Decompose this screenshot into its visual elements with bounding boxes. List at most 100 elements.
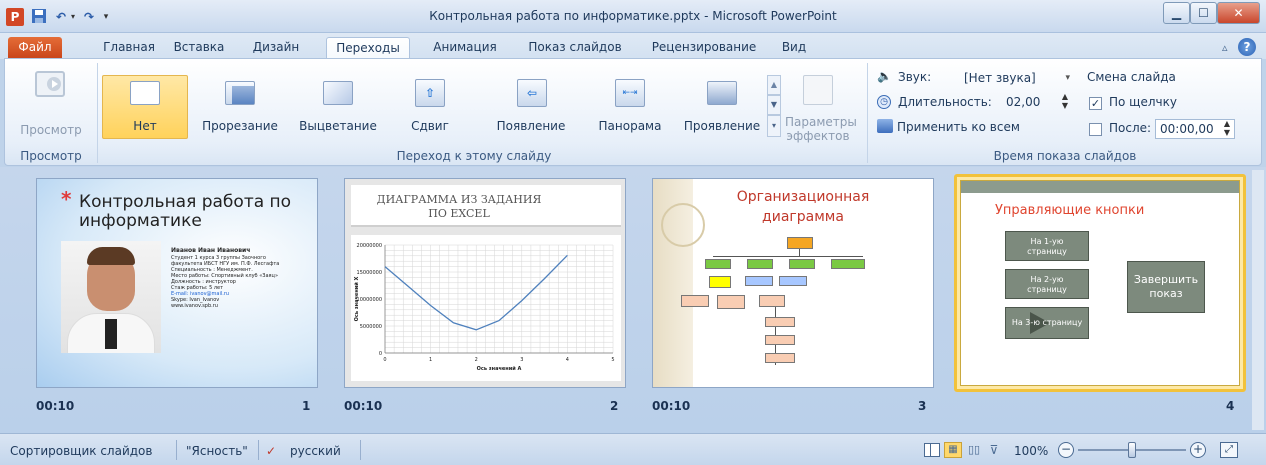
slide-text-line: www.ivanov.spb.ru xyxy=(171,303,218,309)
chart-ylabel: Ось значений Х xyxy=(353,276,360,321)
gallery-scroll-down[interactable]: ▼ xyxy=(767,95,781,115)
action-button-page-2[interactable]: На 2-ую страницу xyxy=(1005,269,1089,299)
tab-view[interactable]: Вид xyxy=(776,37,812,59)
vertical-scrollbar[interactable] xyxy=(1252,170,1264,430)
advance-slide-title: Смена слайда xyxy=(1087,70,1176,84)
transition-split[interactable]: ⇤⇥ Панорама xyxy=(585,75,675,139)
gallery-scroll-up[interactable]: ▲ xyxy=(767,75,781,95)
spellcheck-icon[interactable]: ✓ xyxy=(266,442,276,460)
customize-toolbar-icon[interactable]: ▾ xyxy=(100,8,112,26)
title-bar: P ↶ ▾ ↷ ▾ Контрольная работа по информат… xyxy=(0,0,1266,33)
tab-home[interactable]: Главная xyxy=(94,37,164,59)
duration-value: 02,00 xyxy=(1006,95,1041,109)
transition-label: Прорезание xyxy=(202,119,278,133)
tab-file[interactable]: Файл xyxy=(8,37,62,59)
action-button-page-1[interactable]: На 1-ую страницу xyxy=(1005,231,1089,261)
org-box-top xyxy=(787,237,813,249)
status-separator xyxy=(360,440,361,460)
close-button[interactable]: ✕ xyxy=(1217,2,1260,24)
slide-thumbnail-4[interactable]: Управляющие кнопки На 1-ую страницу На 2… xyxy=(960,180,1240,386)
tab-animation[interactable]: Анимация xyxy=(418,37,512,59)
action-button-line: На 3-ю страницу xyxy=(1011,318,1083,327)
status-bar: Сортировщик слайдов "Ясность" ✓ русский … xyxy=(0,433,1266,465)
portrait-photo xyxy=(61,241,161,353)
undo-dropdown-icon[interactable]: ▾ xyxy=(68,8,78,26)
zoom-in-button[interactable]: + xyxy=(1190,442,1206,458)
tab-transitions[interactable]: Переходы xyxy=(326,37,410,59)
org-box xyxy=(789,259,815,269)
zoom-level[interactable]: 100% xyxy=(1014,442,1048,460)
preview-button[interactable]: Просмотр xyxy=(9,63,93,143)
group-label-transitions: Переход к этому слайду xyxy=(396,149,552,163)
ribbon-tabs: Файл Главная Вставка Дизайн Переходы Ани… xyxy=(0,33,1266,59)
effect-options-button[interactable]: Параметры эффектов xyxy=(785,63,857,145)
org-box xyxy=(779,276,807,286)
duration-spinner[interactable]: 02,00 ▲ ▼ xyxy=(1001,92,1075,112)
chart-x-tick-label: 0 xyxy=(383,357,386,363)
preview-label: Просмотр xyxy=(20,123,82,137)
transition-none[interactable]: Нет xyxy=(102,75,188,139)
slideshow-view-icon[interactable]: ⊽ xyxy=(986,443,1002,457)
chart-y-tick-label: 10000000 xyxy=(357,297,382,303)
after-time-spinner[interactable]: 00:00,00 ▲ ▼ xyxy=(1155,119,1235,139)
after-checkbox[interactable] xyxy=(1089,123,1102,136)
save-icon[interactable] xyxy=(30,8,48,26)
preview-icon xyxy=(35,71,65,97)
slide-thumbnail-1[interactable]: * Контрольная работа по информатике Иван… xyxy=(36,178,318,388)
sound-select[interactable]: [Нет звука] ▾ xyxy=(959,68,1075,88)
apply-all-button[interactable]: Применить ко всем xyxy=(875,117,1025,137)
slide-time-1: 00:10 xyxy=(36,399,75,413)
tab-insert[interactable]: Вставка xyxy=(166,37,232,59)
org-box xyxy=(705,259,731,269)
powerpoint-app-icon[interactable]: P xyxy=(6,8,24,26)
slide-number-4: 4 xyxy=(1226,399,1235,413)
on-click-checkbox[interactable]: ✓ xyxy=(1089,97,1102,110)
ribbon-transitions: Просмотр Просмотр Нет Прорезание Выцвета… xyxy=(4,58,1262,166)
org-box xyxy=(681,295,709,307)
slide-thumbnail-3[interactable]: Организационная диаграмма xyxy=(652,178,934,388)
status-language[interactable]: русский xyxy=(290,442,341,460)
transition-cut-icon xyxy=(225,81,255,105)
slide-sorter-view-icon[interactable]: ▦ xyxy=(944,442,962,458)
org-box xyxy=(709,276,731,288)
redo-icon[interactable]: ↷ xyxy=(80,8,98,26)
zoom-slider-thumb[interactable] xyxy=(1128,442,1136,458)
finish-show-button[interactable]: Завершить показ xyxy=(1127,261,1205,313)
status-separator xyxy=(258,440,259,460)
minimize-ribbon-icon[interactable]: ▵ xyxy=(1222,41,1228,54)
maximize-button[interactable]: ☐ xyxy=(1190,2,1217,24)
slide-title-star: * xyxy=(61,187,72,211)
transition-split-icon: ⇤⇥ xyxy=(615,79,645,107)
slide-title-line-2: диаграмма xyxy=(762,209,844,225)
tab-slideshow[interactable]: Показ слайдов xyxy=(516,37,634,59)
transition-label: Нет xyxy=(133,119,157,133)
status-theme-name[interactable]: "Ясность" xyxy=(186,442,248,460)
transition-cut[interactable]: Прорезание xyxy=(195,75,285,139)
help-icon[interactable]: ? xyxy=(1238,38,1256,56)
transition-label: Выцветание xyxy=(299,119,377,133)
action-button-line: На 1-ую xyxy=(1030,237,1064,246)
effect-options-label-1: Параметры xyxy=(785,115,857,129)
slide-title-line-2: ПО EXCEL xyxy=(428,207,490,220)
tab-design[interactable]: Дизайн xyxy=(234,37,318,59)
tab-review[interactable]: Рецензирование xyxy=(638,37,770,59)
transition-push[interactable]: ⇧ Сдвиг xyxy=(395,75,465,139)
action-button-page-3[interactable]: На 3-ю страницу xyxy=(1005,307,1089,339)
spinner-arrows-icon[interactable]: ▲ ▼ xyxy=(1224,119,1230,137)
normal-view-icon[interactable] xyxy=(924,443,940,457)
slide-thumbnail-2[interactable]: ДИАГРАММА ИЗ ЗАДАНИЯ ПО EXCEL 0 1 2 3 4 5 0 500… xyxy=(344,178,626,388)
transition-wipe[interactable]: ⇦ Появление xyxy=(483,75,579,139)
chart-grid xyxy=(384,244,614,354)
minimize-button[interactable]: ▁ xyxy=(1163,2,1190,24)
after-label: После: xyxy=(1109,121,1152,135)
chart-xlabel: Ось значений А xyxy=(477,365,522,372)
gallery-more[interactable]: ▾ xyxy=(767,115,781,137)
spinner-arrows-icon[interactable]: ▲ ▼ xyxy=(1062,92,1068,110)
transition-reveal[interactable]: Проявление xyxy=(681,75,763,139)
reading-view-icon[interactable]: ▯▯ xyxy=(966,443,982,457)
transition-fade[interactable]: Выцветание xyxy=(291,75,385,139)
slide-text-line: Иванов Иван Иванович xyxy=(171,247,251,254)
fit-to-window-icon[interactable]: ⤢ xyxy=(1220,442,1238,458)
zoom-out-button[interactable]: − xyxy=(1058,442,1074,458)
transition-wipe-icon: ⇦ xyxy=(517,79,547,107)
